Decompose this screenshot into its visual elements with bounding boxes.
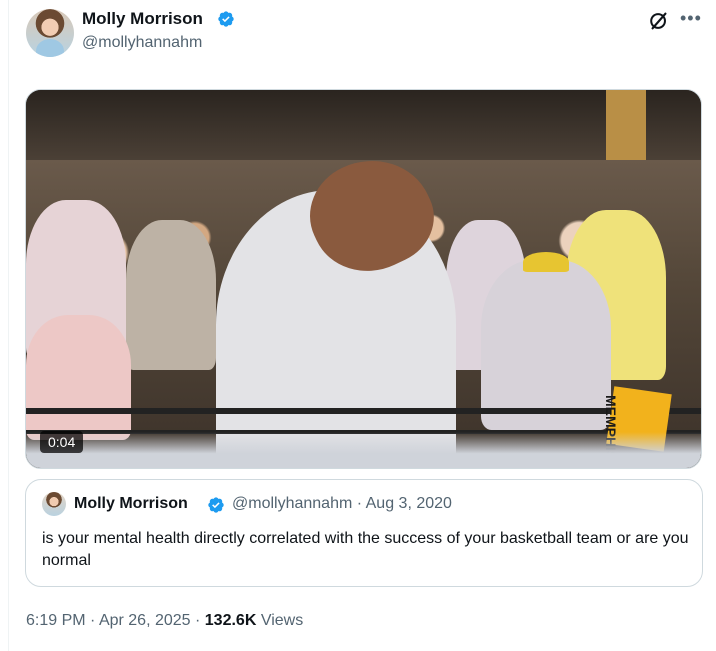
- author-avatar[interactable]: [26, 9, 74, 57]
- views-label: Views: [256, 612, 304, 629]
- quoted-handle-date[interactable]: @mollyhannahm · Aug 3, 2020: [232, 495, 452, 513]
- video-frame-spectator: [126, 220, 216, 370]
- quoted-author-name[interactable]: Molly Morrison: [74, 495, 188, 513]
- quoted-post-text: is your mental health directly correlate…: [42, 530, 689, 569]
- video-duration-badge: 0:04: [40, 431, 84, 453]
- meta-separator: ·: [190, 612, 205, 629]
- more-icon[interactable]: •••: [680, 8, 702, 29]
- author-display-name[interactable]: Molly Morrison: [82, 9, 203, 29]
- video-frame-railing: [26, 408, 701, 414]
- video-player[interactable]: MEMPHIS: [25, 89, 702, 469]
- grok-icon[interactable]: [648, 10, 670, 32]
- video-frame-ceiling: [26, 90, 701, 160]
- verified-badge-icon[interactable]: [217, 10, 235, 28]
- quoted-author-avatar[interactable]: [42, 492, 66, 516]
- timeline-left-border: [8, 0, 9, 651]
- video-frame-seats: [26, 432, 701, 468]
- quoted-post[interactable]: Molly Morrison @mollyhannahm · Aug 3, 20…: [25, 479, 703, 587]
- post-date[interactable]: Apr 26, 2025: [99, 612, 191, 629]
- author-handle[interactable]: @mollyhannahm: [82, 34, 202, 52]
- verified-badge-icon: [208, 497, 224, 513]
- video-frame-spectator: [481, 260, 611, 430]
- views-count[interactable]: 132.6K: [205, 612, 257, 629]
- video-frame-spectator: [26, 315, 131, 440]
- meta-separator: ·: [85, 612, 99, 629]
- post-meta: 6:19 PM · Apr 26, 2025 · 132.6K Views: [26, 612, 303, 630]
- video-frame-cap: [523, 252, 569, 272]
- post-time[interactable]: 6:19 PM: [26, 612, 86, 629]
